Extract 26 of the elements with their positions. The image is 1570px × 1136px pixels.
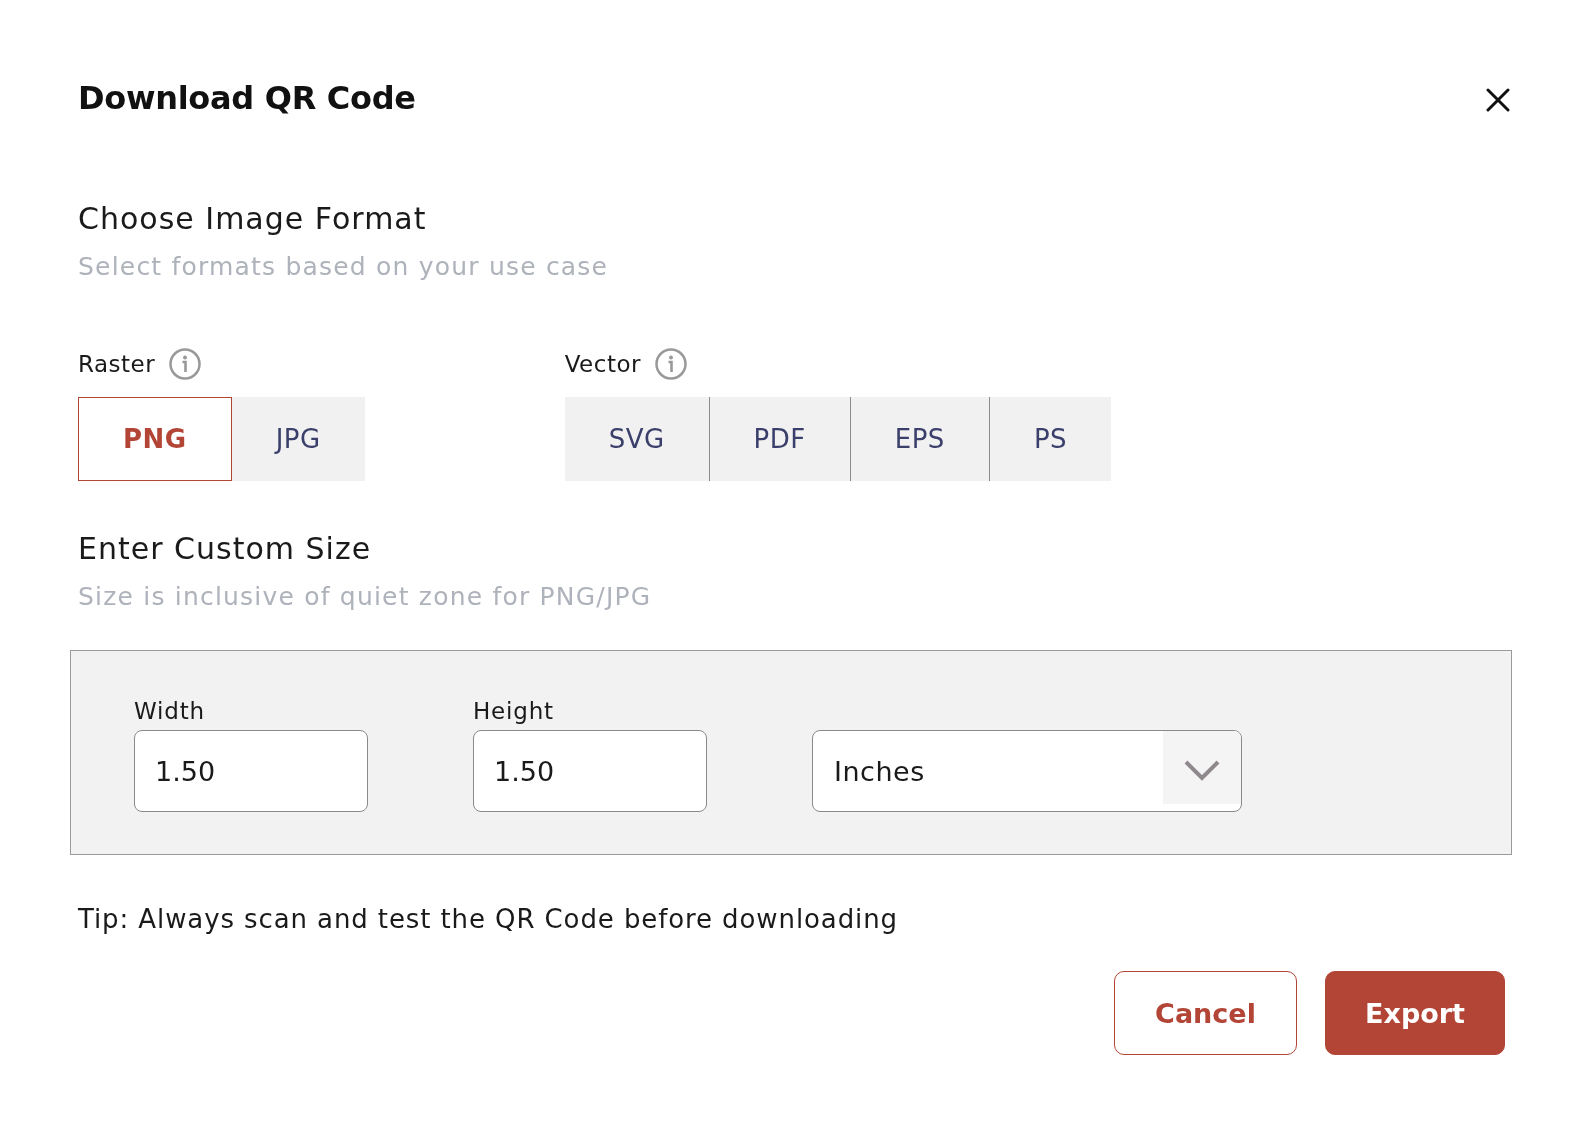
format-option[interactable]: SVG	[564, 397, 709, 481]
dialog-title: Download QR Code	[78, 78, 416, 118]
close-icon	[1486, 88, 1510, 112]
field-label: Height	[473, 697, 555, 726]
section-heading: Enter Custom Size	[78, 531, 372, 567]
chevron-down-icon	[1184, 760, 1220, 782]
format-group-label: Vector	[564, 350, 641, 379]
format-group-label: Raster	[78, 350, 156, 379]
format-option[interactable]: JPG	[231, 397, 365, 481]
cancel-button[interactable]: Cancel	[1114, 971, 1297, 1055]
export-button[interactable]: Export	[1325, 971, 1505, 1055]
tip-text: Tip: Always scan and test the QR Code before downloading	[78, 903, 899, 936]
section-subtitle: Select formats based on your use case	[78, 251, 610, 283]
info-icon[interactable]	[654, 348, 687, 380]
field-label: Width	[134, 697, 206, 726]
format-option[interactable]: PDF	[708, 397, 850, 481]
size-input[interactable]: 1.50	[134, 730, 368, 812]
section-subtitle: Size is inclusive of quiet zone for PNG/JPG	[78, 581, 653, 613]
close-button[interactable]	[1486, 88, 1510, 112]
info-icon[interactable]	[169, 348, 202, 380]
format-option[interactable]: PS	[988, 397, 1112, 481]
size-input[interactable]: 1.50	[473, 730, 707, 812]
section-heading: Choose Image Format	[78, 201, 427, 237]
format-option[interactable]: EPS	[849, 397, 989, 481]
format-option[interactable]: PNG	[78, 397, 232, 481]
unit-select[interactable]: Inches	[812, 730, 1242, 812]
